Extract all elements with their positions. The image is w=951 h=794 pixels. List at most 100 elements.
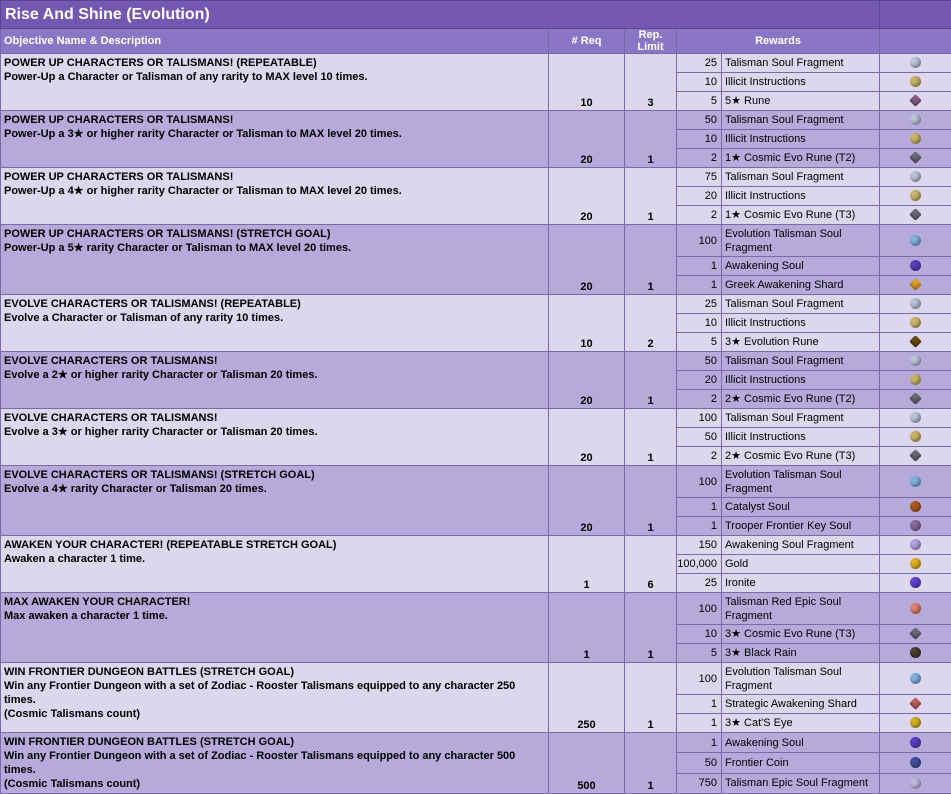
reward-name: Talisman Soul Fragment [722,54,880,73]
objective-description: Evolve a Character or Talisman of any ra… [4,311,545,325]
objective-req: 20 [549,168,625,225]
reward-name: Strategic Awakening Shard [722,695,880,714]
reward-name: Talisman Red Epic Soul Fragment [722,593,880,625]
reward-icon-cell [880,695,951,714]
reward-name: Evolution Talisman Soul Fragment [722,466,880,498]
scroll-icon [910,133,921,144]
objective-cell: EVOLVE CHARACTERS OR TALISMANS!Evolve a … [1,352,549,409]
soul-fragment-icon [910,355,921,366]
title-blank-cell [880,1,951,29]
reward-amount: 50 [677,111,722,130]
reward-icon-cell [880,644,951,663]
reward-icon-cell [880,663,951,695]
reward-icon-cell [880,625,951,644]
reward-icon-cell [880,409,951,428]
reward-icon-cell [880,257,951,276]
awakening-soul-icon [910,737,921,748]
objective-limit: 1 [625,466,677,536]
reward-amount: 1 [677,498,722,517]
reward-name: Illicit Instructions [722,371,880,390]
reward-icon-cell [880,225,951,257]
evolution-rune-icon [909,335,922,348]
objective-cell: AWAKEN YOUR CHARACTER! (REPEATABLE STRET… [1,536,549,593]
objectives-table: Rise And Shine (Evolution) Objective Nam… [0,0,951,794]
objective-limit: 1 [625,352,677,409]
reward-row: POWER UP CHARACTERS OR TALISMANS!Power-U… [1,168,951,187]
reward-amount: 5 [677,333,722,352]
reward-name: Evolution Talisman Soul Fragment [722,663,880,695]
reward-name: Talisman Soul Fragment [722,111,880,130]
reward-amount: 20 [677,187,722,206]
reward-icon-cell [880,428,951,447]
reward-amount: 75 [677,168,722,187]
header-limit: Rep. Limit [625,29,677,54]
objective-req: 1 [549,593,625,663]
reward-name: Greek Awakening Shard [722,276,880,295]
reward-name: 3★ Evolution Rune [722,333,880,352]
objective-cell: POWER UP CHARACTERS OR TALISMANS! (STRET… [1,225,549,295]
objective-description: Power-Up a 4★ or higher rarity Character… [4,184,545,198]
objective-req: 10 [549,54,625,111]
scroll-icon [910,374,921,385]
gold-icon [910,558,921,569]
reward-icon-cell [880,714,951,733]
reward-amount: 100,000 [677,555,722,574]
soul-fragment-icon [910,171,921,182]
objective-cell: WIN FRONTIER DUNGEON BATTLES (STRETCH GO… [1,663,549,733]
reward-amount: 1 [677,257,722,276]
reward-icon-cell [880,517,951,536]
objective-limit: 6 [625,536,677,593]
reward-name: Talisman Soul Fragment [722,352,880,371]
reward-amount: 2 [677,390,722,409]
reward-name: Catalyst Soul [722,498,880,517]
soul-fragment-icon [910,298,921,309]
reward-icon-cell [880,168,951,187]
reward-icon-cell [880,314,951,333]
reward-name: 1★ Cosmic Evo Rune (T3) [722,206,880,225]
reward-amount: 100 [677,466,722,498]
objective-name: POWER UP CHARACTERS OR TALISMANS! [4,170,545,184]
objective-name: POWER UP CHARACTERS OR TALISMANS! (STRET… [4,227,545,241]
reward-row: AWAKEN YOUR CHARACTER! (REPEATABLE STRET… [1,536,951,555]
reward-amount: 1 [677,517,722,536]
reward-icon-cell [880,333,951,352]
objective-name: EVOLVE CHARACTERS OR TALISMANS! (STRETCH… [4,468,545,482]
reward-name: Talisman Epic Soul Fragment [722,773,880,793]
objective-limit: 3 [625,54,677,111]
reward-row: MAX AWAKEN YOUR CHARACTER!Max awaken a c… [1,593,951,625]
reward-amount: 10 [677,314,722,333]
reward-amount: 10 [677,625,722,644]
reward-icon-cell [880,352,951,371]
reward-amount: 2 [677,149,722,168]
reward-amount: 100 [677,663,722,695]
black-rain-icon [910,647,921,658]
cats-eye-icon [910,717,921,728]
epic-soul-fragment-icon [910,778,921,789]
reward-amount: 20 [677,371,722,390]
reward-icon-cell [880,92,951,111]
objective-limit: 1 [625,409,677,466]
reward-amount: 5 [677,92,722,111]
reward-amount: 50 [677,352,722,371]
objective-req: 250 [549,663,625,733]
cosmic-rune-icon [909,627,922,640]
cosmic-rune-icon [909,208,922,221]
objective-description: Evolve a 4★ rarity Character or Talisman… [4,482,545,496]
evo-soul-fragment-icon [910,476,921,487]
reward-icon-cell [880,130,951,149]
reward-name: Frontier Coin [722,753,880,773]
reward-row: POWER UP CHARACTERS OR TALISMANS! (REPEA… [1,54,951,73]
reward-icon-cell [880,574,951,593]
reward-icon-cell [880,390,951,409]
objective-req: 1 [549,536,625,593]
reward-row: EVOLVE CHARACTERS OR TALISMANS!Evolve a … [1,352,951,371]
reward-name: Talisman Soul Fragment [722,295,880,314]
reward-name: 5★ Rune [722,92,880,111]
reward-name: 2★ Cosmic Evo Rune (T2) [722,390,880,409]
evo-soul-fragment-icon [910,673,921,684]
reward-icon-cell [880,447,951,466]
reward-icon-cell [880,149,951,168]
reward-row: EVOLVE CHARACTERS OR TALISMANS!Evolve a … [1,409,951,428]
reward-icon-cell [880,371,951,390]
objective-limit: 1 [625,663,677,733]
